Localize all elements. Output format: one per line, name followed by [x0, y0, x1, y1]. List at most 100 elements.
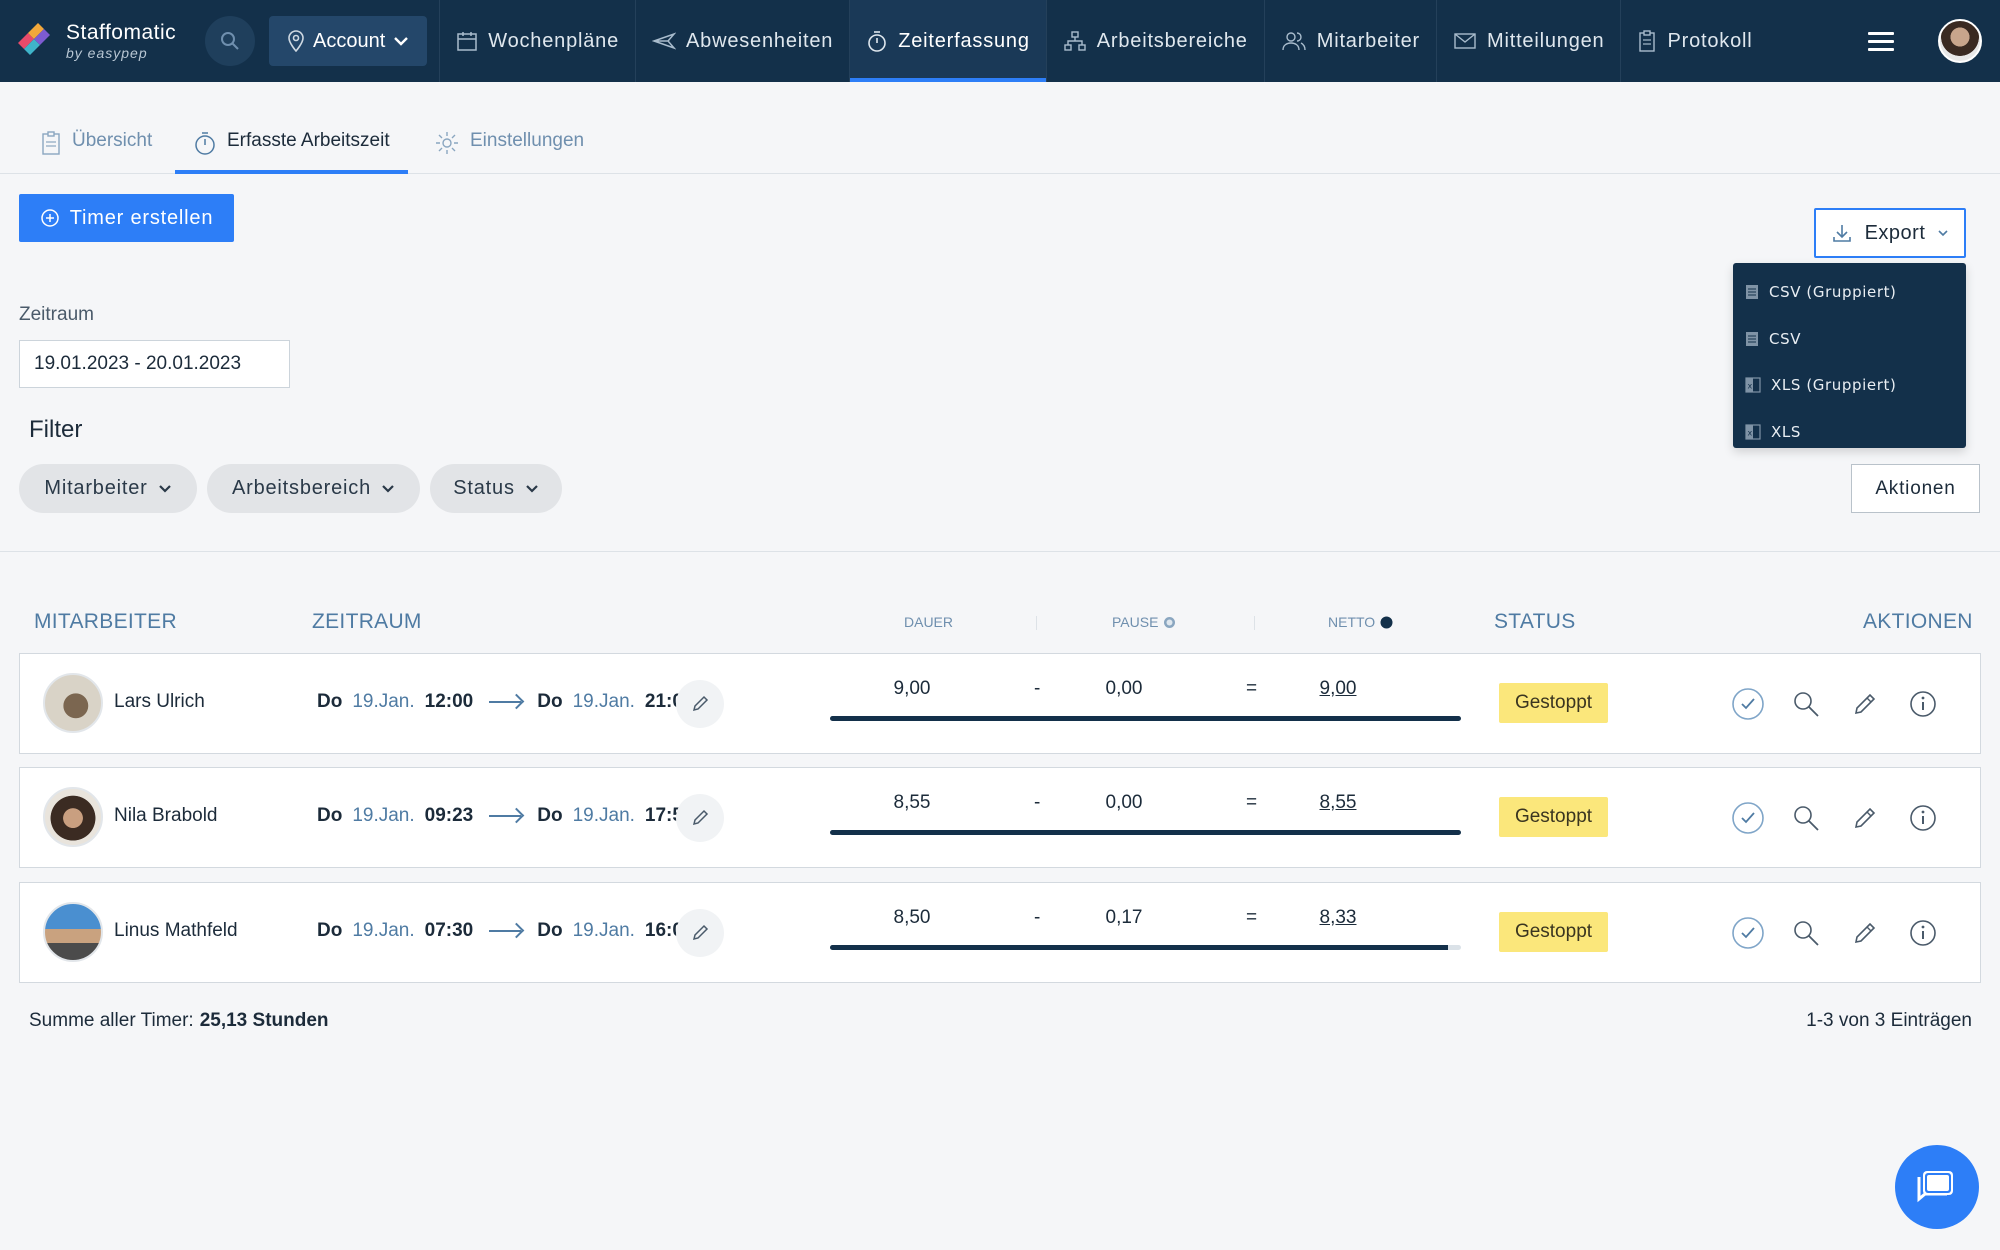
zeitraum-input[interactable]: 19.01.2023 - 20.01.2023: [19, 340, 290, 388]
total-sum: Summe aller Timer: 25,13 Stunden: [29, 1010, 329, 1032]
brand-name: Staffomatic: [66, 21, 177, 44]
account-label: Account: [313, 29, 386, 52]
plus-circle-icon: [40, 209, 59, 227]
info-button[interactable]: [1906, 687, 1940, 721]
arrow-right-icon: [489, 701, 522, 703]
nav-item-arbeitsbereiche[interactable]: Arbeitsbereiche: [1045, 0, 1264, 82]
column-header-pause: PAUSE: [1112, 614, 1176, 630]
total-sum-value: 25,13 Stunden: [199, 1010, 329, 1031]
tab-erfasste-arbeitszeit[interactable]: Erfasste Arbeitszeit: [175, 130, 408, 174]
pencil-icon: [692, 924, 709, 941]
progress-bar: [830, 945, 1461, 950]
approve-button[interactable]: [1731, 801, 1765, 835]
nav-item-protokoll[interactable]: Protokoll: [1620, 0, 1768, 82]
search-icon: [1794, 692, 1819, 717]
edit-button[interactable]: [1848, 801, 1882, 835]
nav-item-wochenplaene[interactable]: Wochenpläne: [439, 0, 635, 82]
tab-uebersicht[interactable]: Übersicht: [22, 130, 170, 174]
header-separator: [1254, 616, 1255, 630]
header-separator: [1036, 616, 1037, 630]
edit-period-button[interactable]: [676, 909, 724, 957]
hamburger-menu-icon[interactable]: [1868, 31, 1894, 51]
nav-item-abwesenheiten[interactable]: Abwesenheiten: [635, 0, 849, 82]
info-icon: [1910, 691, 1936, 717]
nav-item-label: Mitteilungen: [1487, 29, 1605, 52]
chevron-down-icon: [1938, 230, 1948, 237]
clipboard-icon: [42, 131, 60, 155]
chevron-down-icon: [394, 37, 409, 46]
nav-item-label: Mitarbeiter: [1316, 29, 1421, 52]
user-avatar[interactable]: [1938, 19, 1982, 63]
export-dropdown-menu: CSV (Gruppiert) CSV x XLS (Gruppiert) x …: [1733, 263, 1966, 448]
progress-fill: [830, 945, 1449, 950]
org-chart-icon: [1064, 31, 1086, 51]
edit-button[interactable]: [1848, 687, 1882, 721]
progress-bar: [830, 716, 1461, 721]
gear-icon: [436, 132, 458, 154]
menu-item-label: XLS (Gruppiert): [1771, 376, 1897, 395]
start-day: Do: [317, 805, 343, 826]
netto-value[interactable]: 9,00: [1298, 678, 1378, 700]
employee-name[interactable]: Linus Mathfeld: [114, 920, 238, 942]
filter-chip-status[interactable]: Status: [430, 464, 562, 513]
minus-sign: -: [1034, 678, 1041, 699]
envelope-icon: [1454, 33, 1476, 49]
timer-erstellen-button[interactable]: Timer erstellen: [19, 194, 234, 242]
edit-button[interactable]: [1848, 916, 1882, 950]
total-sum-label: Summe aller Timer:: [29, 1010, 194, 1031]
export-xls-grouped[interactable]: x XLS (Gruppiert): [1733, 362, 1966, 409]
end-date: 19.Jan.: [572, 805, 635, 826]
export-xls[interactable]: x XLS: [1733, 409, 1966, 456]
employee-name[interactable]: Nila Brabold: [114, 805, 218, 827]
table-row[interactable]: Lars Ulrich Do 19.Jan. 12:00 Do 19.Jan. 21:0…: [19, 653, 1981, 754]
nav-item-zeiterfassung[interactable]: Zeiterfassung: [849, 0, 1046, 82]
svg-text:x: x: [1748, 428, 1753, 437]
brand-subtitle: by easypep: [66, 45, 148, 61]
nav-item-mitarbeiter[interactable]: Mitarbeiter: [1263, 0, 1436, 82]
section-divider: [0, 551, 2000, 552]
view-button[interactable]: [1789, 916, 1823, 950]
pencil-icon: [692, 809, 709, 826]
nav-item-mitteilungen[interactable]: Mitteilungen: [1436, 0, 1620, 82]
netto-value[interactable]: 8,33: [1298, 907, 1378, 929]
column-header-status[interactable]: STATUS: [1494, 610, 1576, 634]
approve-button[interactable]: [1731, 687, 1765, 721]
chat-button[interactable]: [1895, 1145, 1979, 1229]
info-button[interactable]: [1906, 801, 1940, 835]
edit-period-button[interactable]: [676, 794, 724, 842]
brand-logo[interactable]: Staffomatic by easypep: [0, 0, 195, 82]
table-row[interactable]: Linus Mathfeld Do 19.Jan. 07:30 Do 19.Jan. 1…: [19, 882, 1981, 983]
view-button[interactable]: [1789, 687, 1823, 721]
end-day: Do: [537, 805, 563, 826]
end-date: 19.Jan.: [572, 920, 635, 941]
approve-button[interactable]: [1731, 916, 1765, 950]
account-dropdown[interactable]: Account: [269, 16, 428, 66]
export-button[interactable]: Export: [1814, 208, 1966, 258]
plane-icon: [652, 32, 677, 50]
export-csv-grouped[interactable]: CSV (Gruppiert): [1733, 269, 1966, 316]
filter-chip-arbeitsbereich[interactable]: Arbeitsbereich: [207, 464, 420, 513]
check-circle-icon: [1732, 917, 1764, 949]
table-row[interactable]: Nila Brabold Do 19.Jan. 09:23 Do 19.Jan. 17:…: [19, 767, 1981, 868]
netto-value[interactable]: 8,55: [1298, 792, 1378, 814]
aktionen-button[interactable]: Aktionen: [1851, 464, 1980, 513]
edit-period-button[interactable]: [676, 680, 724, 728]
column-header-zeitraum[interactable]: ZEITRAUM: [312, 610, 422, 634]
stopwatch-icon: [868, 31, 886, 52]
info-dot-icon[interactable]: [1163, 616, 1176, 629]
export-csv[interactable]: CSV: [1733, 316, 1966, 363]
employee-name[interactable]: Lars Ulrich: [114, 691, 205, 713]
avatar: [43, 673, 103, 733]
minus-sign: -: [1034, 792, 1041, 813]
location-pin-icon: [288, 30, 304, 52]
column-header-mitarbeiter[interactable]: MITARBEITER: [34, 610, 177, 634]
filter-chip-mitarbeiter[interactable]: Mitarbeiter: [19, 464, 197, 513]
tab-einstellungen[interactable]: Einstellungen: [416, 130, 602, 174]
info-button[interactable]: [1906, 916, 1940, 950]
start-date: 19.Jan.: [352, 805, 415, 826]
calendar-icon: [457, 32, 478, 51]
nav-search-button[interactable]: [205, 16, 255, 66]
view-button[interactable]: [1789, 801, 1823, 835]
nav-item-label: Protokoll: [1667, 29, 1753, 52]
chip-label: Arbeitsbereich: [231, 477, 372, 499]
